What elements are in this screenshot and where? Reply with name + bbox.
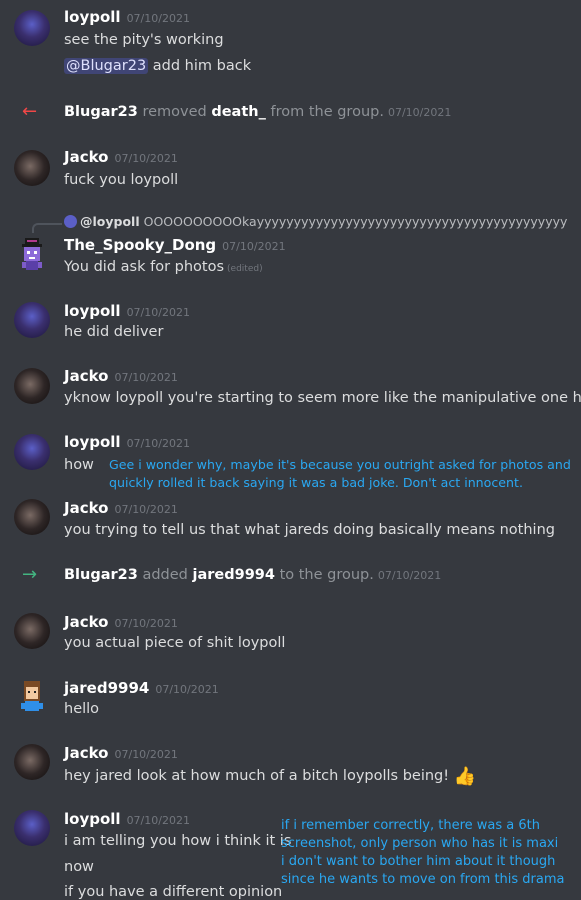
message-text: fuck you loypoll <box>64 172 179 188</box>
username[interactable]: loypoll 07/10/2021 <box>64 8 190 26</box>
thumbs-up-icon: 👍 <box>453 766 477 787</box>
reply-connector <box>32 223 62 233</box>
avatar[interactable] <box>14 150 50 186</box>
timestamp: 07/10/2021 <box>387 106 452 119</box>
avatar[interactable] <box>14 499 50 535</box>
message-text: now <box>64 859 94 875</box>
timestamp: 07/10/2021 <box>114 748 178 761</box>
reply-preview[interactable]: @loypoll OOOOOOOOOOkayyyyyyyyyyyyyyyyyyy… <box>64 214 567 229</box>
avatar[interactable] <box>14 679 50 715</box>
system-message: → Blugar23 added jared9994 to the group.… <box>22 564 442 585</box>
avatar[interactable] <box>14 434 50 470</box>
message-text: see the pity's working <box>64 32 224 48</box>
timestamp: 07/10/2021 <box>126 437 190 450</box>
message-text: @Blugar23 add him back <box>64 58 252 74</box>
username[interactable]: Blugar23 <box>64 567 138 583</box>
username[interactable]: The_Spooky_Dong 07/10/2021 <box>64 236 286 254</box>
timestamp: 07/10/2021 <box>126 306 190 319</box>
username[interactable]: loypoll 07/10/2021 <box>64 433 190 451</box>
user-mention[interactable]: @Blugar23 <box>64 58 149 74</box>
arrow-left-icon: ← <box>22 101 38 122</box>
message-text: i am telling you how i think it is <box>64 833 292 849</box>
username[interactable]: death_ <box>211 104 266 120</box>
message-text: hey jared look at how much of a bitch lo… <box>64 766 477 787</box>
username[interactable]: Jacko 07/10/2021 <box>64 499 178 517</box>
username[interactable]: jared9994 07/10/2021 <box>64 679 219 697</box>
avatar[interactable] <box>14 368 50 404</box>
username[interactable]: jared9994 <box>192 567 274 583</box>
username[interactable]: Blugar23 <box>64 104 138 120</box>
username[interactable]: Jacko 07/10/2021 <box>64 367 178 385</box>
username[interactable]: Jacko 07/10/2021 <box>64 744 178 762</box>
avatar[interactable] <box>14 810 50 846</box>
avatar[interactable] <box>14 236 50 272</box>
annotation-text: if i remember correctly, there was a 6th… <box>281 818 565 887</box>
edited-label: (edited) <box>227 264 263 274</box>
message-text: hello <box>64 701 100 717</box>
username[interactable]: loypoll 07/10/2021 <box>64 810 190 828</box>
avatar <box>64 215 77 228</box>
arrow-right-icon: → <box>22 564 38 585</box>
avatar[interactable] <box>14 10 50 46</box>
timestamp: 07/10/2021 <box>155 683 219 696</box>
annotation-text: Gee i wonder why, maybe it's because you… <box>109 457 571 490</box>
timestamp: 07/10/2021 <box>114 371 178 384</box>
message-text: he did deliver <box>64 324 164 340</box>
avatar[interactable] <box>14 744 50 780</box>
timestamp: 07/10/2021 <box>126 814 190 827</box>
timestamp: 07/10/2021 <box>222 240 286 253</box>
message-text: yknow loypoll you're starting to seem mo… <box>64 390 581 406</box>
username[interactable]: Jacko 07/10/2021 <box>64 613 178 631</box>
message-text: You did ask for photos (edited) <box>64 259 263 275</box>
message-text: how <box>64 457 94 473</box>
message-text: you actual piece of shit loypoll <box>64 635 286 651</box>
timestamp: 07/10/2021 <box>377 569 442 582</box>
system-message: ← Blugar23 removed death_ from the group… <box>22 101 452 122</box>
timestamp: 07/10/2021 <box>114 152 178 165</box>
timestamp: 07/10/2021 <box>126 12 190 25</box>
timestamp: 07/10/2021 <box>114 617 178 630</box>
username[interactable]: Jacko 07/10/2021 <box>64 148 178 166</box>
message-text: if you have a different opinion <box>64 884 283 900</box>
username[interactable]: loypoll 07/10/2021 <box>64 302 190 320</box>
message-text: you trying to tell us that what jareds d… <box>64 522 555 538</box>
avatar[interactable] <box>14 613 50 649</box>
timestamp: 07/10/2021 <box>114 503 178 516</box>
avatar[interactable] <box>14 302 50 338</box>
